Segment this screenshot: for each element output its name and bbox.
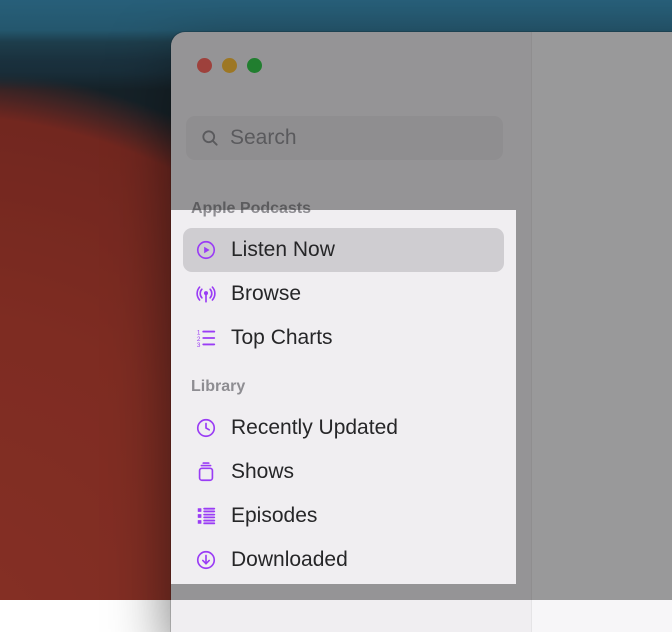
search-icon [200, 128, 220, 148]
section-header-apple-podcasts: Apple Podcasts [183, 192, 504, 228]
podcasts-window: Apple Podcasts Listen Now Browse [171, 32, 672, 632]
search-field[interactable] [186, 116, 503, 160]
window-controls [197, 58, 262, 73]
sidebar-item-listen-now[interactable]: Listen Now [183, 228, 504, 272]
sidebar-item-label: Episodes [231, 504, 317, 528]
close-window-button[interactable] [197, 58, 212, 73]
sidebar-item-shows[interactable]: Shows [183, 450, 504, 494]
zoom-window-button[interactable] [247, 58, 262, 73]
stack-icon [195, 461, 217, 483]
list-number-icon: 1 2 3 [195, 327, 217, 349]
search-input[interactable] [230, 126, 489, 150]
sidebar-item-downloaded[interactable]: Downloaded [183, 538, 504, 582]
sidebar-item-label: Shows [231, 460, 294, 484]
clock-icon [195, 417, 217, 439]
svg-text:3: 3 [197, 342, 201, 349]
sidebar-item-recently-updated[interactable]: Recently Updated [183, 406, 504, 450]
antenna-icon [195, 283, 217, 305]
sidebar-item-top-charts[interactable]: 1 2 3 Top Charts [183, 316, 504, 360]
sidebar: Apple Podcasts Listen Now Browse [171, 182, 516, 602]
download-circle-icon [195, 549, 217, 571]
sidebar-item-label: Downloaded [231, 548, 348, 572]
sidebar-item-browse[interactable]: Browse [183, 272, 504, 316]
play-circle-icon [195, 239, 217, 261]
list-bullet-icon [195, 505, 217, 527]
sidebar-item-episodes[interactable]: Episodes [183, 494, 504, 538]
sidebar-item-label: Top Charts [231, 326, 333, 350]
content-pane [531, 32, 672, 632]
minimize-window-button[interactable] [222, 58, 237, 73]
sidebar-item-label: Listen Now [231, 238, 335, 262]
section-header-library: Library [183, 360, 504, 406]
sidebar-item-label: Browse [231, 282, 301, 306]
sidebar-item-label: Recently Updated [231, 416, 398, 440]
